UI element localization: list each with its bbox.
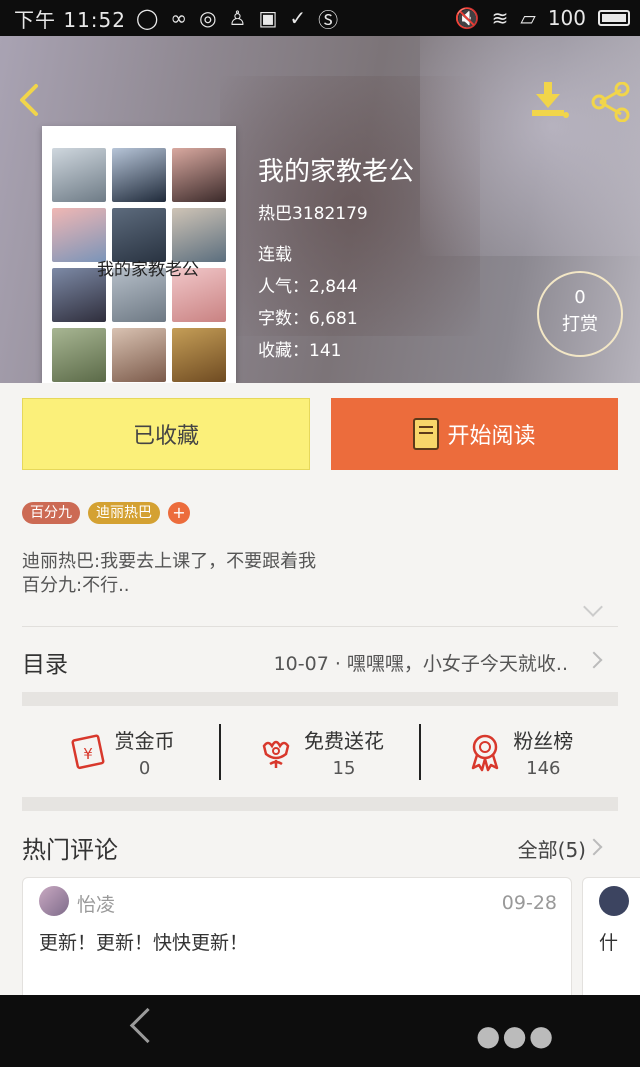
book-cover[interactable]: 我的家教老公 [42, 126, 236, 383]
back-button[interactable] [14, 82, 44, 118]
free-flowers-item[interactable]: 免费送花 15 [221, 707, 418, 797]
battery-percent: 100 [547, 6, 586, 30]
comment-text: 什 [599, 932, 619, 954]
stat-label: 赏金币 [114, 729, 175, 753]
gallery-icon: ▣ [258, 6, 278, 30]
message-icon: ◯ [136, 6, 159, 30]
start-reading-label: 开始阅读 [447, 424, 536, 449]
more-icon[interactable]: ●●● [476, 1019, 555, 1052]
chevron-left-icon [20, 84, 38, 116]
section-separator [22, 797, 618, 811]
stat-word-count: 字数：6,681 [258, 309, 358, 329]
tag-list: 百分九 迪丽热巴 + [22, 502, 198, 524]
comment-text: 更新！更新！快快更新！ [39, 932, 249, 954]
stat-label: 粉丝榜 [513, 729, 574, 753]
battery-icon [598, 10, 630, 26]
stat-favorites: 收藏：141 [258, 341, 342, 361]
status-time: 下午 11:52 [14, 7, 126, 32]
loop-icon: ∞ [170, 6, 188, 30]
cover-title: 我的家教老公 [97, 260, 199, 280]
svg-text:¥: ¥ [83, 745, 93, 763]
book-author[interactable]: 热巴3182179 [258, 199, 368, 224]
comment-user[interactable]: 怡凌 [77, 890, 115, 917]
mute-icon: 🔇 [454, 6, 480, 30]
support-stats-row: ¥ 赏金币 0 免费送花 15 粉丝榜 146 [22, 707, 618, 797]
book-status: 连载 [258, 245, 292, 265]
avatar[interactable] [599, 886, 629, 916]
favorite-button[interactable]: 已收藏 [22, 398, 310, 470]
fan-ranking-item[interactable]: 粉丝榜 146 [421, 707, 618, 797]
book-header-background: 我的家教老公 我的家教老公 热巴3182179 连载 人气：2,844 字数：6… [0, 36, 640, 383]
coins-reward-item[interactable]: ¥ 赏金币 0 [22, 707, 219, 797]
avatar[interactable] [39, 886, 69, 916]
status-system-icons: 🔇 ≋ ▱ 100 [443, 0, 630, 36]
sim-icon: ▱ [520, 6, 536, 30]
check-icon: ✓ [289, 6, 307, 30]
comment-date: 09-28 [501, 892, 557, 914]
status-notification-icons: ◯ ∞ ◎ ♙ ▣ ✓ Ⓢ [136, 4, 350, 33]
description-line: 迪丽热巴:我要去上课了，不要跟着我 [22, 551, 317, 572]
stat-value: 15 [332, 758, 356, 779]
reward-button[interactable]: 0 打赏 [537, 271, 623, 357]
download-icon [532, 82, 569, 118]
reward-count: 0 [574, 287, 586, 308]
comment-card[interactable]: 怡凌 09-28 更新！更新！快快更新！ [22, 877, 572, 1007]
nav-back-button[interactable] [129, 1007, 166, 1044]
chevron-right-icon [585, 651, 603, 669]
expand-description-icon[interactable] [583, 597, 603, 617]
download-button[interactable] [528, 80, 572, 120]
stat-popularity: 人气：2,844 [258, 277, 358, 297]
start-reading-button[interactable]: 开始阅读 [331, 398, 618, 470]
toc-label: 目录 [22, 652, 68, 678]
book-description[interactable]: 迪丽热巴:我要去上课了，不要跟着我 百分九:不行.. [22, 550, 316, 598]
table-of-contents-row[interactable]: 目录 10-07 · 嘿嘿嘿，小女子今天就收.. [0, 627, 640, 693]
favorite-label: 已收藏 [132, 424, 199, 449]
comment-card[interactable]: 什 [582, 877, 640, 1007]
stat-label: 免费送花 [303, 729, 384, 753]
hot-comments-title: 热门评论 [22, 836, 118, 864]
stat-value: 146 [526, 758, 561, 779]
system-nav-bar: ●●● [0, 995, 640, 1067]
flower-icon [262, 740, 290, 768]
share-button[interactable] [590, 81, 632, 123]
qq-browser-icon: ◎ [199, 6, 217, 30]
medal-icon [472, 734, 499, 772]
all-comments-link[interactable]: 全部(5) [518, 834, 586, 863]
tag-item[interactable]: 迪丽热巴 [88, 502, 160, 524]
stat-value: 0 [138, 758, 151, 779]
book-icon [413, 418, 440, 450]
status-bar: 下午 11:52 ◯ ∞ ◎ ♙ ▣ ✓ Ⓢ 🔇 ≋ ▱ 100 [0, 0, 640, 36]
wifi-icon: ≋ [491, 6, 509, 30]
chevron-right-icon[interactable] [585, 838, 603, 856]
tag-item[interactable]: 百分九 [22, 502, 80, 524]
section-separator [22, 692, 618, 706]
red-envelope-icon: ¥ [71, 734, 105, 770]
book-title: 我的家教老公 [258, 157, 415, 187]
s-app-icon: Ⓢ [318, 7, 339, 32]
share-icon [591, 81, 630, 123]
qq-icon: ♙ [228, 6, 247, 30]
reward-label: 打赏 [562, 314, 598, 335]
latest-chapter: 10-07 · 嘿嘿嘿，小女子今天就收.. [273, 653, 568, 675]
add-tag-button[interactable]: + [168, 502, 190, 524]
description-line: 百分九:不行.. [22, 575, 130, 596]
